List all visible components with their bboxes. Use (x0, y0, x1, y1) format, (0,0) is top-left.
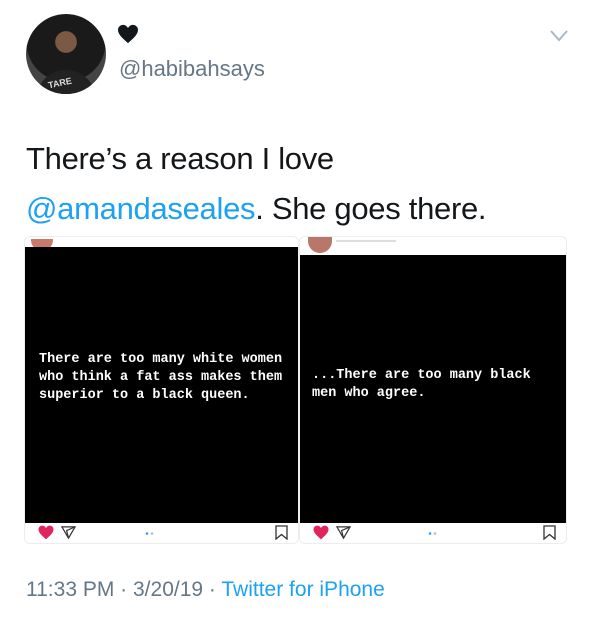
meta-separator: · (203, 578, 222, 601)
tweet-image-1[interactable]: There are too many white women who think… (24, 236, 299, 544)
heart-icon (118, 24, 138, 44)
profile-thumbnail (308, 237, 332, 253)
bookmark-icon (275, 525, 288, 540)
tweet-text-post: . She goes there. (255, 191, 487, 226)
image-caption: ...There are too many black men who agre… (312, 368, 531, 401)
bookmark-icon (543, 525, 556, 540)
tweet-source-link[interactable]: Twitter for iPhone (221, 578, 384, 601)
mention-link[interactable]: @amandaseales (26, 191, 256, 226)
tweet-text-pre: There’s a reason I love (26, 141, 334, 176)
pagination-dots-icon (145, 532, 154, 535)
tweet-metadata: 11:33 PM · 3/20/19 · Twitter for iPhone (26, 578, 385, 602)
user-handle[interactable]: @habibahsays (119, 56, 265, 82)
pagination-dots-icon (428, 532, 437, 535)
image-caption: There are too many white women who think… (39, 352, 283, 403)
tweet-text: There’s a reason I love @amandaseales. S… (26, 134, 566, 234)
tweet-image-2[interactable]: ...There are too many black men who agre… (299, 236, 567, 544)
profile-name-placeholder (336, 240, 396, 242)
send-icon (336, 526, 351, 540)
send-icon (61, 526, 76, 540)
tweet-date[interactable]: 3/20/19 (133, 578, 203, 601)
avatar[interactable]: TARE (26, 14, 106, 94)
heart-icon (38, 525, 54, 540)
chevron-down-icon[interactable] (549, 29, 569, 43)
meta-separator: · (114, 578, 133, 601)
heart-icon (313, 525, 329, 540)
tweet-time: 11:33 PM (26, 578, 115, 601)
